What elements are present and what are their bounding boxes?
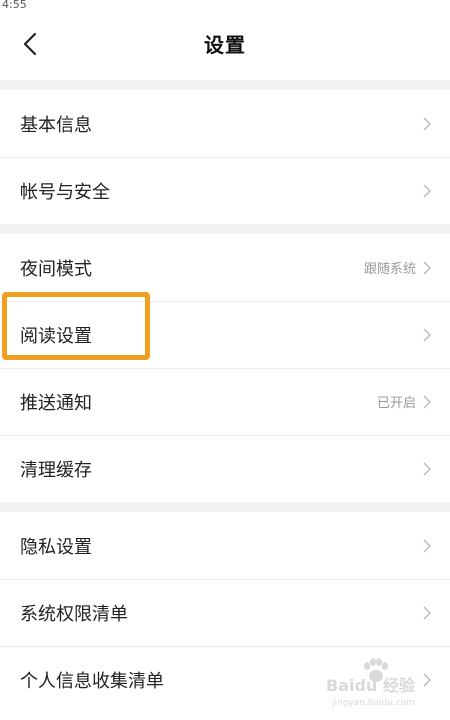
chevron-right-icon	[422, 538, 432, 554]
chevron-left-icon	[23, 32, 37, 56]
settings-item-personal-info-collection[interactable]: 个人信息收集清单	[0, 646, 450, 713]
settings-item-value: 跟随系统	[363, 262, 416, 277]
section-divider	[0, 224, 450, 234]
settings-item-account-security[interactable]: 帐号与安全	[0, 157, 450, 224]
settings-item-reading-settings[interactable]: 阅读设置	[0, 301, 450, 368]
chevron-right-icon	[422, 183, 432, 199]
settings-item-label: 系统权限清单	[20, 603, 128, 625]
chevron-right-icon	[422, 327, 432, 343]
status-bar: 4:55	[0, 0, 450, 10]
settings-section-general: 夜间模式 跟随系统 阅读设置 推送通知 已开启 清理缓存	[0, 234, 450, 502]
header: 设置	[0, 10, 450, 80]
settings-item-label: 夜间模式	[20, 258, 92, 280]
settings-item-label: 帐号与安全	[20, 181, 110, 203]
settings-item-label: 清理缓存	[20, 459, 92, 481]
chevron-right-icon	[422, 260, 432, 276]
chevron-right-icon	[422, 605, 432, 621]
chevron-right-icon	[422, 461, 432, 477]
settings-item-label: 个人信息收集清单	[20, 670, 164, 692]
settings-section-account: 基本信息 帐号与安全	[0, 90, 450, 224]
settings-item-system-permissions[interactable]: 系统权限清单	[0, 579, 450, 646]
settings-item-night-mode[interactable]: 夜间模式 跟随系统	[0, 234, 450, 301]
settings-item-value: 已开启	[376, 396, 416, 411]
settings-item-label: 隐私设置	[20, 536, 92, 558]
section-divider	[0, 80, 450, 90]
section-divider	[0, 502, 450, 512]
settings-item-label: 推送通知	[20, 392, 92, 414]
settings-item-label: 基本信息	[20, 114, 92, 136]
back-button[interactable]	[16, 30, 44, 58]
chevron-right-icon	[422, 672, 432, 688]
settings-item-clear-cache[interactable]: 清理缓存	[0, 435, 450, 502]
settings-item-push-notifications[interactable]: 推送通知 已开启	[0, 368, 450, 435]
settings-item-privacy-settings[interactable]: 隐私设置	[0, 512, 450, 579]
chevron-right-icon	[422, 116, 432, 132]
page-title: 设置	[204, 32, 246, 57]
settings-item-basic-info[interactable]: 基本信息	[0, 90, 450, 157]
settings-section-privacy: 隐私设置 系统权限清单 个人信息收集清单	[0, 512, 450, 713]
chevron-right-icon	[422, 394, 432, 410]
settings-item-label: 阅读设置	[20, 325, 92, 347]
status-time: 4:55	[2, 0, 27, 10]
